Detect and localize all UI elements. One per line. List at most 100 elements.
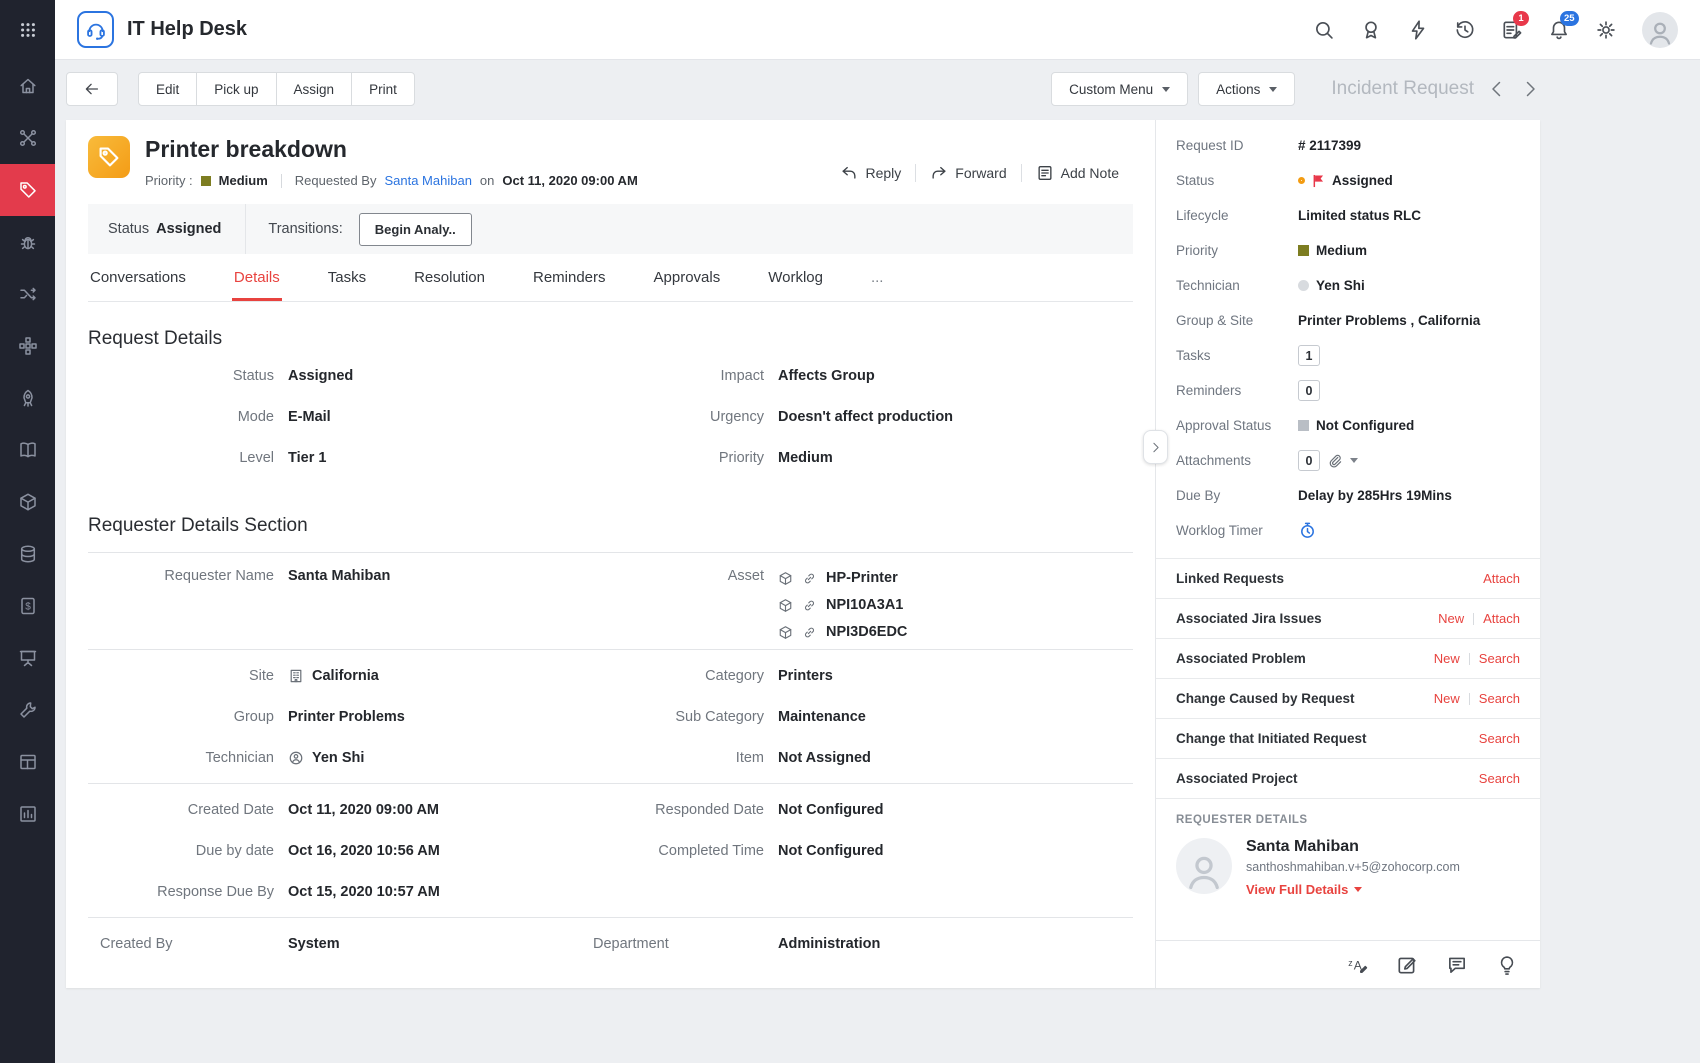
sidebar-item-changes[interactable] (0, 268, 55, 320)
tab-tasks[interactable]: Tasks (326, 254, 368, 301)
view-full-details-link[interactable]: View Full Details (1246, 882, 1460, 897)
new-link[interactable]: New (1438, 611, 1464, 626)
sidebar-item-reports[interactable] (0, 788, 55, 840)
field-label: Impact (593, 368, 778, 384)
divider (281, 174, 282, 188)
asset-cube-icon (778, 598, 793, 613)
assign-button[interactable]: Assign (276, 72, 353, 106)
search-link[interactable]: Search (1479, 771, 1520, 786)
reply-button[interactable]: Reply (826, 164, 915, 182)
sidebar-item-spaces[interactable] (0, 736, 55, 788)
requester-link[interactable]: Santa Mahiban (384, 173, 471, 188)
worklog-timer-icon[interactable] (1298, 521, 1317, 540)
prop-row: TechnicianYen Shi (1176, 268, 1520, 303)
sidebar-item-assets[interactable] (0, 476, 55, 528)
tab-details[interactable]: Details (232, 254, 282, 301)
field-label: Status (88, 368, 288, 384)
translate-icon[interactable] (1346, 954, 1368, 976)
asset-item[interactable]: HP-Printer (778, 566, 907, 590)
requester-details-block: REQUESTER DETAILS Santa Mahiban santhosh… (1156, 798, 1540, 912)
prop-row: Attachments0 (1176, 443, 1520, 478)
edit-button[interactable]: Edit (138, 72, 197, 106)
section-title-request-details: Request Details (88, 328, 1133, 350)
search-link[interactable]: Search (1479, 651, 1520, 666)
tab-reminders[interactable]: Reminders (531, 254, 608, 301)
search-link[interactable]: Search (1479, 691, 1520, 706)
tab-conversations[interactable]: Conversations (88, 254, 188, 301)
attach-link[interactable]: Attach (1483, 571, 1520, 586)
tab-more[interactable]: ... (869, 254, 886, 301)
award-icon[interactable] (1360, 19, 1382, 41)
pickup-button[interactable]: Pick up (196, 72, 276, 106)
back-button[interactable] (66, 72, 118, 106)
chevron-down-icon[interactable] (1350, 458, 1358, 463)
lightbulb-icon[interactable] (1496, 954, 1518, 976)
chat-icon[interactable] (1446, 954, 1468, 976)
tab-resolution[interactable]: Resolution (412, 254, 487, 301)
actions-button[interactable]: Actions (1198, 72, 1295, 106)
new-link[interactable]: New (1434, 651, 1460, 666)
field-row: Mode E-Mail Urgency Doesn't affect produ… (88, 396, 1133, 437)
settings-gear-icon[interactable] (1595, 19, 1617, 41)
field-label: Created By (88, 936, 288, 952)
sidebar-item-contracts[interactable] (0, 632, 55, 684)
sidebar-item-releases[interactable] (0, 372, 55, 424)
sidebar-item-purchase[interactable] (0, 580, 55, 632)
compose-note-icon[interactable] (1396, 954, 1418, 976)
asset-cube-icon (778, 625, 793, 640)
association-row: Associated Project Search (1156, 758, 1540, 798)
custom-menu-button[interactable]: Custom Menu (1051, 72, 1188, 106)
field-row: Response Due By Oct 15, 2020 10:57 AM (88, 871, 1133, 912)
attachments-count[interactable]: 0 (1298, 450, 1320, 471)
history-icon[interactable] (1454, 19, 1476, 41)
field-label: Priority (593, 450, 778, 466)
note-icon (1036, 164, 1054, 182)
add-note-button[interactable]: Add Note (1021, 164, 1133, 182)
requester-avatar (1176, 838, 1232, 894)
print-button[interactable]: Print (351, 72, 415, 106)
request-toolbar: Edit Pick up Assign Print Custom Menu Ac… (66, 72, 1540, 106)
begin-analysis-button[interactable]: Begin Analy.. (359, 213, 472, 246)
tab-worklog[interactable]: Worklog (766, 254, 825, 301)
paperclip-icon[interactable] (1327, 453, 1343, 469)
notifications-bell-icon[interactable]: 25 (1548, 19, 1570, 41)
field-value: Not Configured (778, 843, 1133, 859)
association-row: Change that Initiated Request Search (1156, 718, 1540, 758)
sidebar-item-dashboard[interactable] (0, 112, 55, 164)
priority-value: Medium (1316, 243, 1367, 258)
forward-button[interactable]: Forward (915, 164, 1020, 182)
my-tasks-icon[interactable]: 1 (1501, 19, 1523, 41)
previous-request-icon[interactable] (1487, 79, 1507, 99)
reminders-count[interactable]: 0 (1298, 380, 1320, 401)
request-details-group: Status Assigned Impact Affects Group Mod… (88, 350, 1133, 483)
quick-actions-bolt-icon[interactable] (1407, 19, 1429, 41)
search-link[interactable]: Search (1479, 731, 1520, 746)
field-row: Technician Yen Shi Item Not Assigned (88, 737, 1133, 778)
section-title-requester-details: Requester Details Section (88, 515, 1133, 553)
collapse-panel-handle[interactable] (1143, 430, 1168, 464)
sidebar-item-projects[interactable] (0, 320, 55, 372)
app-launcher-button[interactable] (0, 0, 55, 60)
sidebar-item-cmdb[interactable] (0, 528, 55, 580)
field-row: Requester Name Santa Mahiban Asset HP-Pr… (88, 558, 1133, 644)
attach-link[interactable]: Attach (1483, 611, 1520, 626)
user-avatar[interactable] (1642, 12, 1678, 48)
field-row: Site California Category Printers (88, 655, 1133, 696)
asset-item[interactable]: NPI3D6EDC (778, 620, 907, 644)
tab-approvals[interactable]: Approvals (652, 254, 723, 301)
tasks-count[interactable]: 1 (1298, 345, 1320, 366)
sidebar-item-home[interactable] (0, 60, 55, 112)
asset-item[interactable]: NPI10A3A1 (778, 593, 907, 617)
app-logo[interactable] (77, 11, 114, 48)
sidebar-item-admin[interactable] (0, 684, 55, 736)
sidebar-item-requests[interactable] (0, 164, 55, 216)
requester-asset-group: Requester Name Santa Mahiban Asset HP-Pr… (88, 553, 1133, 650)
sidebar-item-solutions[interactable] (0, 424, 55, 476)
requester-name: Santa Mahiban (1246, 838, 1460, 856)
field-row: Group Printer Problems Sub Category Main… (88, 696, 1133, 737)
search-icon[interactable] (1313, 19, 1335, 41)
sidebar-item-problems[interactable] (0, 216, 55, 268)
next-request-icon[interactable] (1520, 79, 1540, 99)
new-link[interactable]: New (1434, 691, 1460, 706)
transitions-label: Transitions: (268, 221, 342, 237)
